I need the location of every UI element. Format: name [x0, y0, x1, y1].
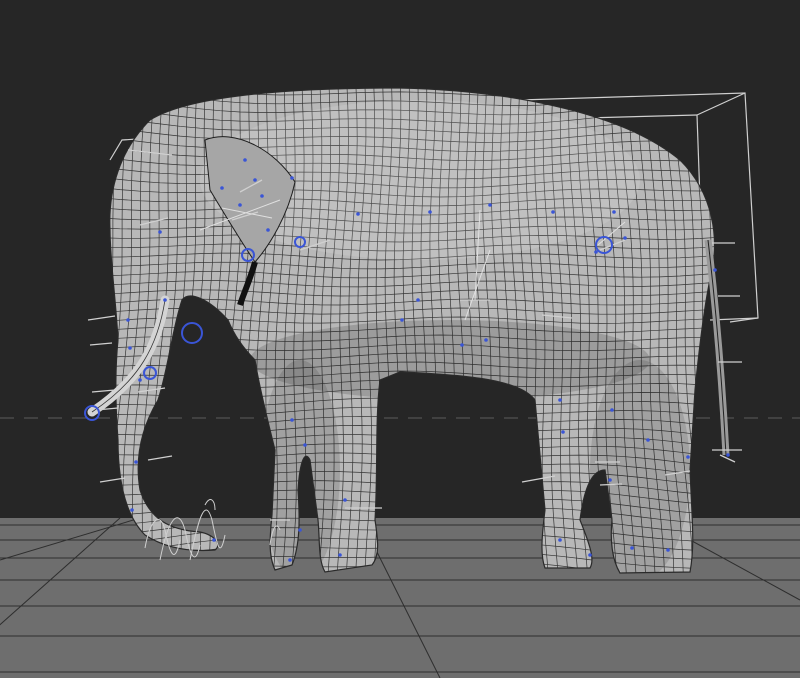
control-dot	[158, 230, 162, 234]
control-dot	[238, 203, 242, 207]
control-dot	[588, 553, 592, 557]
control-dot	[416, 298, 420, 302]
control-dot	[253, 178, 257, 182]
control-dot	[400, 318, 404, 322]
control-dot	[630, 546, 634, 550]
control-dot	[128, 346, 132, 350]
control-dot	[561, 430, 565, 434]
control-dot	[288, 558, 292, 562]
3d-viewport[interactable]	[0, 0, 800, 678]
control-dot	[260, 194, 264, 198]
control-dot	[290, 176, 294, 180]
control-dot	[460, 343, 464, 347]
control-dot	[212, 538, 216, 542]
control-dot	[428, 210, 432, 214]
control-dot	[303, 443, 307, 447]
control-dot	[666, 548, 670, 552]
control-dot	[266, 228, 270, 232]
control-dot	[488, 203, 492, 207]
control-dot	[138, 378, 142, 382]
control-dot	[594, 250, 598, 254]
control-dot	[558, 538, 562, 542]
control-dot	[713, 268, 717, 272]
control-dot	[558, 398, 562, 402]
control-dot	[646, 438, 650, 442]
control-dot	[343, 498, 347, 502]
control-dot	[610, 408, 614, 412]
control-dot	[484, 338, 488, 342]
control-dot	[612, 210, 616, 214]
control-dot	[608, 478, 612, 482]
control-dot	[290, 418, 294, 422]
control-dot	[130, 508, 134, 512]
control-dot	[243, 158, 247, 162]
control-dot	[623, 236, 627, 240]
control-dot	[126, 318, 130, 322]
control-dot	[551, 210, 555, 214]
control-dot	[686, 455, 690, 459]
control-dot	[134, 460, 138, 464]
control-dot	[220, 186, 224, 190]
viewport-canvas[interactable]	[0, 0, 800, 678]
control-dot	[163, 298, 167, 302]
control-dot	[356, 212, 360, 216]
control-dot	[338, 553, 342, 557]
control-dot	[298, 528, 302, 532]
control-dot	[726, 453, 730, 457]
